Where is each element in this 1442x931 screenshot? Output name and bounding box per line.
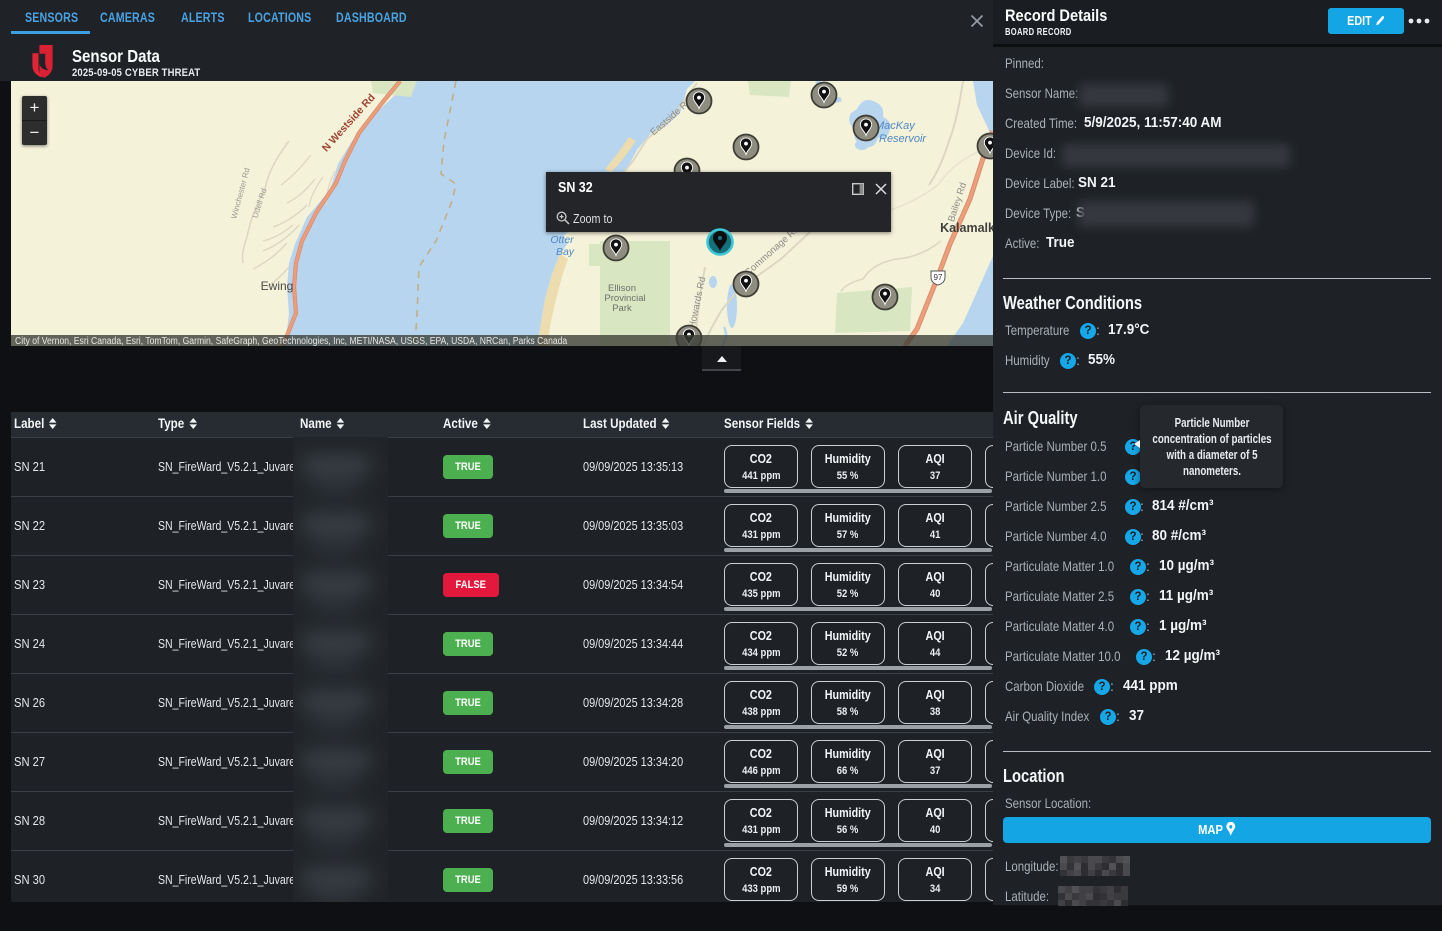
svg-text:Ewing: Ewing: [261, 279, 294, 293]
svg-text:97: 97: [934, 273, 943, 282]
svg-text:Otter: Otter: [550, 234, 574, 246]
svg-text:Bay: Bay: [556, 246, 575, 258]
svg-text:MacKay: MacKay: [875, 120, 916, 132]
svg-text:Reservoir: Reservoir: [879, 133, 927, 145]
svg-text:Kalamalka: Kalamalka: [940, 221, 993, 235]
svg-text:Park: Park: [612, 303, 632, 314]
